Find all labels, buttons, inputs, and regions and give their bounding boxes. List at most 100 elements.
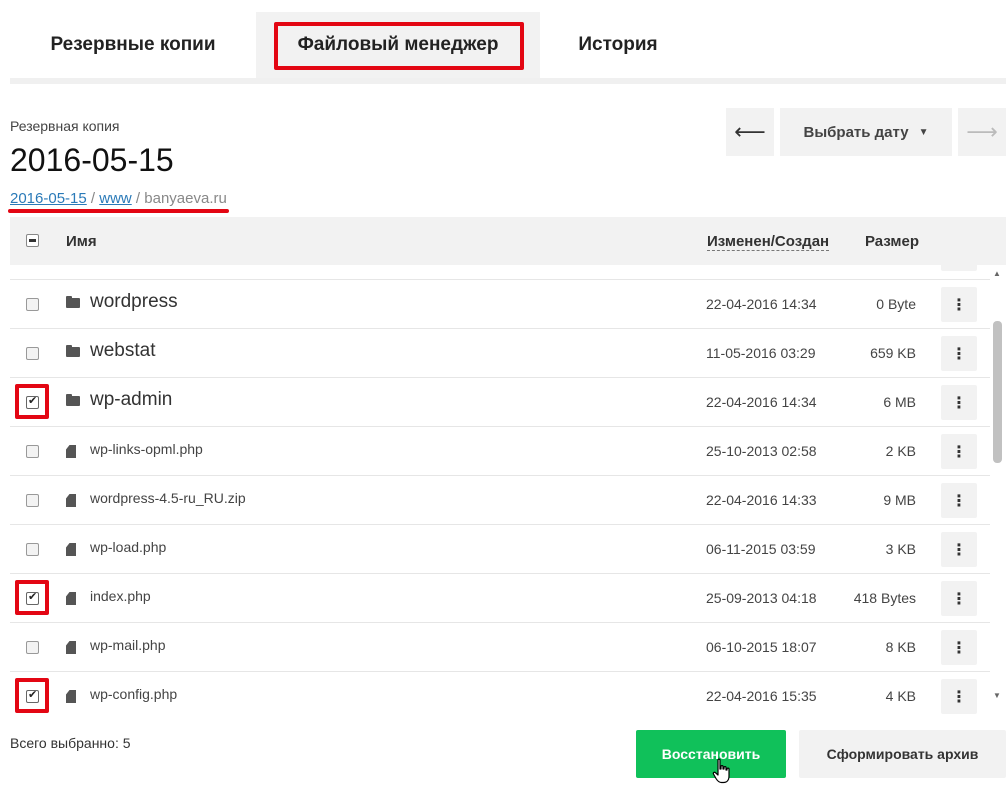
next-date-button[interactable]: ⟶: [958, 108, 1006, 156]
breadcrumb-current: banyaeva.ru: [144, 190, 227, 207]
file-modified-date: 06-10-2015 18:07: [706, 639, 817, 655]
file-modified-date: 22-04-2016 14:33: [706, 492, 817, 508]
select-date-dropdown[interactable]: Выбрать дату ▼: [780, 108, 952, 156]
row-menu-button[interactable]: [941, 265, 977, 271]
column-header-modified[interactable]: Изменен/Создан: [707, 233, 830, 251]
column-header-name[interactable]: Имя: [66, 233, 97, 250]
breadcrumb-link-www[interactable]: www: [99, 190, 132, 207]
file-name: index.php: [90, 588, 151, 604]
hand-cursor-icon: [712, 758, 730, 784]
row-menu-button[interactable]: ⋮: [941, 679, 977, 714]
table-row[interactable]: wp-config.php 22-04-2016 15:35 4 KB ⋮: [10, 672, 990, 719]
file-modified-date: 22-04-2016 15:35: [706, 688, 817, 704]
tab-backups[interactable]: Резервные копии: [10, 12, 256, 78]
table-row[interactable]: wordpress 22-04-2016 14:34 0 Byte ⋮: [10, 280, 990, 329]
file-name: wp-links-opml.php: [90, 441, 203, 457]
row-menu-button[interactable]: ⋮: [941, 385, 977, 420]
file-size: 3 KB: [885, 541, 916, 557]
row-menu-button[interactable]: ⋮: [941, 336, 977, 371]
file-size: 418 Bytes: [853, 590, 916, 606]
file-modified-date: 25-09-2013 04:18: [706, 590, 817, 606]
file-modified-date: 06-11-2015 03:59: [706, 541, 816, 557]
select-all-checkbox[interactable]: [26, 234, 39, 247]
file-modified-date: 25-10-2013 02:58: [706, 443, 817, 459]
scroll-down-icon[interactable]: ▼: [993, 691, 1001, 700]
file-name[interactable]: wordpress: [90, 291, 178, 313]
backup-subtitle: Резервная копия: [10, 118, 120, 134]
tabs-divider: [10, 78, 1006, 84]
caret-down-icon: ▼: [918, 126, 929, 138]
file-icon: [66, 690, 76, 703]
row-checkbox[interactable]: [26, 445, 39, 458]
file-size: 6 MB: [883, 394, 916, 410]
file-size: 4 KB: [885, 688, 916, 704]
highlight-underline: [8, 209, 229, 213]
table-row-partial: [10, 265, 990, 280]
row-menu-button[interactable]: ⋮: [941, 434, 977, 469]
folder-icon: [66, 345, 80, 357]
file-modified-date: 22-04-2016 14:34: [706, 296, 817, 312]
arrow-right-icon: ⟶: [966, 119, 998, 144]
table-row[interactable]: wp-load.php 06-11-2015 03:59 3 KB ⋮: [10, 525, 990, 574]
arrow-left-icon: ⟵: [734, 119, 766, 144]
breadcrumb-separator: /: [86, 190, 100, 207]
row-checkbox[interactable]: [26, 543, 39, 556]
scrollbar-thumb[interactable]: [993, 321, 1002, 463]
file-icon: [66, 641, 76, 654]
table-row[interactable]: wp-links-opml.php 25-10-2013 02:58 2 KB ⋮: [10, 427, 990, 476]
row-checkbox[interactable]: [26, 641, 39, 654]
file-name[interactable]: webstat: [90, 340, 155, 362]
row-menu-button[interactable]: ⋮: [941, 287, 977, 322]
table-row[interactable]: wordpress-4.5-ru_RU.zip 22-04-2016 14:33 9…: [10, 476, 990, 525]
row-menu-button[interactable]: ⋮: [941, 581, 977, 616]
file-size: 9 MB: [883, 492, 916, 508]
table-row[interactable]: webstat 11-05-2016 03:29 659 KB ⋮: [10, 329, 990, 378]
highlight-box: [15, 678, 49, 713]
column-header-size[interactable]: Размер: [865, 233, 919, 250]
file-name: wp-load.php: [90, 539, 167, 555]
file-size: 8 KB: [885, 639, 916, 655]
file-icon: [66, 592, 76, 605]
file-name: wp-config.php: [90, 686, 178, 702]
page-title: 2016-05-15: [10, 142, 174, 178]
highlight-box: [15, 384, 49, 419]
table-row[interactable]: wp-admin 22-04-2016 14:34 6 MB ⋮: [10, 378, 990, 427]
file-name[interactable]: wp-admin: [90, 389, 172, 411]
file-icon: [66, 445, 76, 458]
tab-file-manager[interactable]: Файловый менеджер: [256, 12, 540, 78]
row-checkbox[interactable]: [26, 298, 39, 311]
row-checkbox[interactable]: [26, 494, 39, 507]
create-archive-button[interactable]: Сформировать архив: [799, 730, 1006, 778]
table-row[interactable]: index.php 25-09-2013 04:18 418 Bytes ⋮: [10, 574, 990, 623]
file-size: 0 Byte: [876, 296, 916, 312]
table-header: Имя Изменен/Создан Размер: [10, 217, 1006, 265]
tab-history[interactable]: История: [540, 12, 696, 78]
file-name: wordpress-4.5-ru_RU.zip: [90, 490, 246, 506]
file-list: wordpress 22-04-2016 14:34 0 Byte ⋮ webstat 1…: [10, 265, 990, 719]
file-size: 2 KB: [885, 443, 916, 459]
row-menu-button[interactable]: ⋮: [941, 630, 977, 665]
row-menu-button[interactable]: ⋮: [941, 483, 977, 518]
row-menu-button[interactable]: ⋮: [941, 532, 977, 567]
tab-bar: Резервные копии Файловый менеджер Истори…: [10, 12, 1006, 78]
select-date-label: Выбрать дату: [803, 123, 909, 141]
highlight-box: [15, 580, 49, 615]
selected-count: Всего выбранно: 5: [10, 735, 131, 751]
highlight-box: [274, 22, 524, 70]
folder-icon: [66, 394, 80, 406]
row-checkbox[interactable]: [26, 347, 39, 360]
file-size: 659 KB: [870, 345, 916, 361]
scrollbar[interactable]: ▲ ▼: [990, 265, 1006, 705]
prev-date-button[interactable]: ⟵: [726, 108, 774, 156]
breadcrumb-separator: /: [131, 190, 145, 207]
scroll-up-icon[interactable]: ▲: [993, 269, 1001, 278]
breadcrumb-link-date[interactable]: 2016-05-15: [10, 190, 87, 207]
file-name: wp-mail.php: [90, 637, 166, 653]
folder-icon: [66, 296, 80, 308]
table-row[interactable]: wp-mail.php 06-10-2015 18:07 8 KB ⋮: [10, 623, 990, 672]
file-modified-date: 22-04-2016 14:34: [706, 394, 817, 410]
file-icon: [66, 543, 76, 556]
file-icon: [66, 494, 76, 507]
restore-button[interactable]: Восстановить: [636, 730, 786, 778]
breadcrumb: 2016-05-15 / www / banyaeva.ru: [10, 190, 227, 207]
